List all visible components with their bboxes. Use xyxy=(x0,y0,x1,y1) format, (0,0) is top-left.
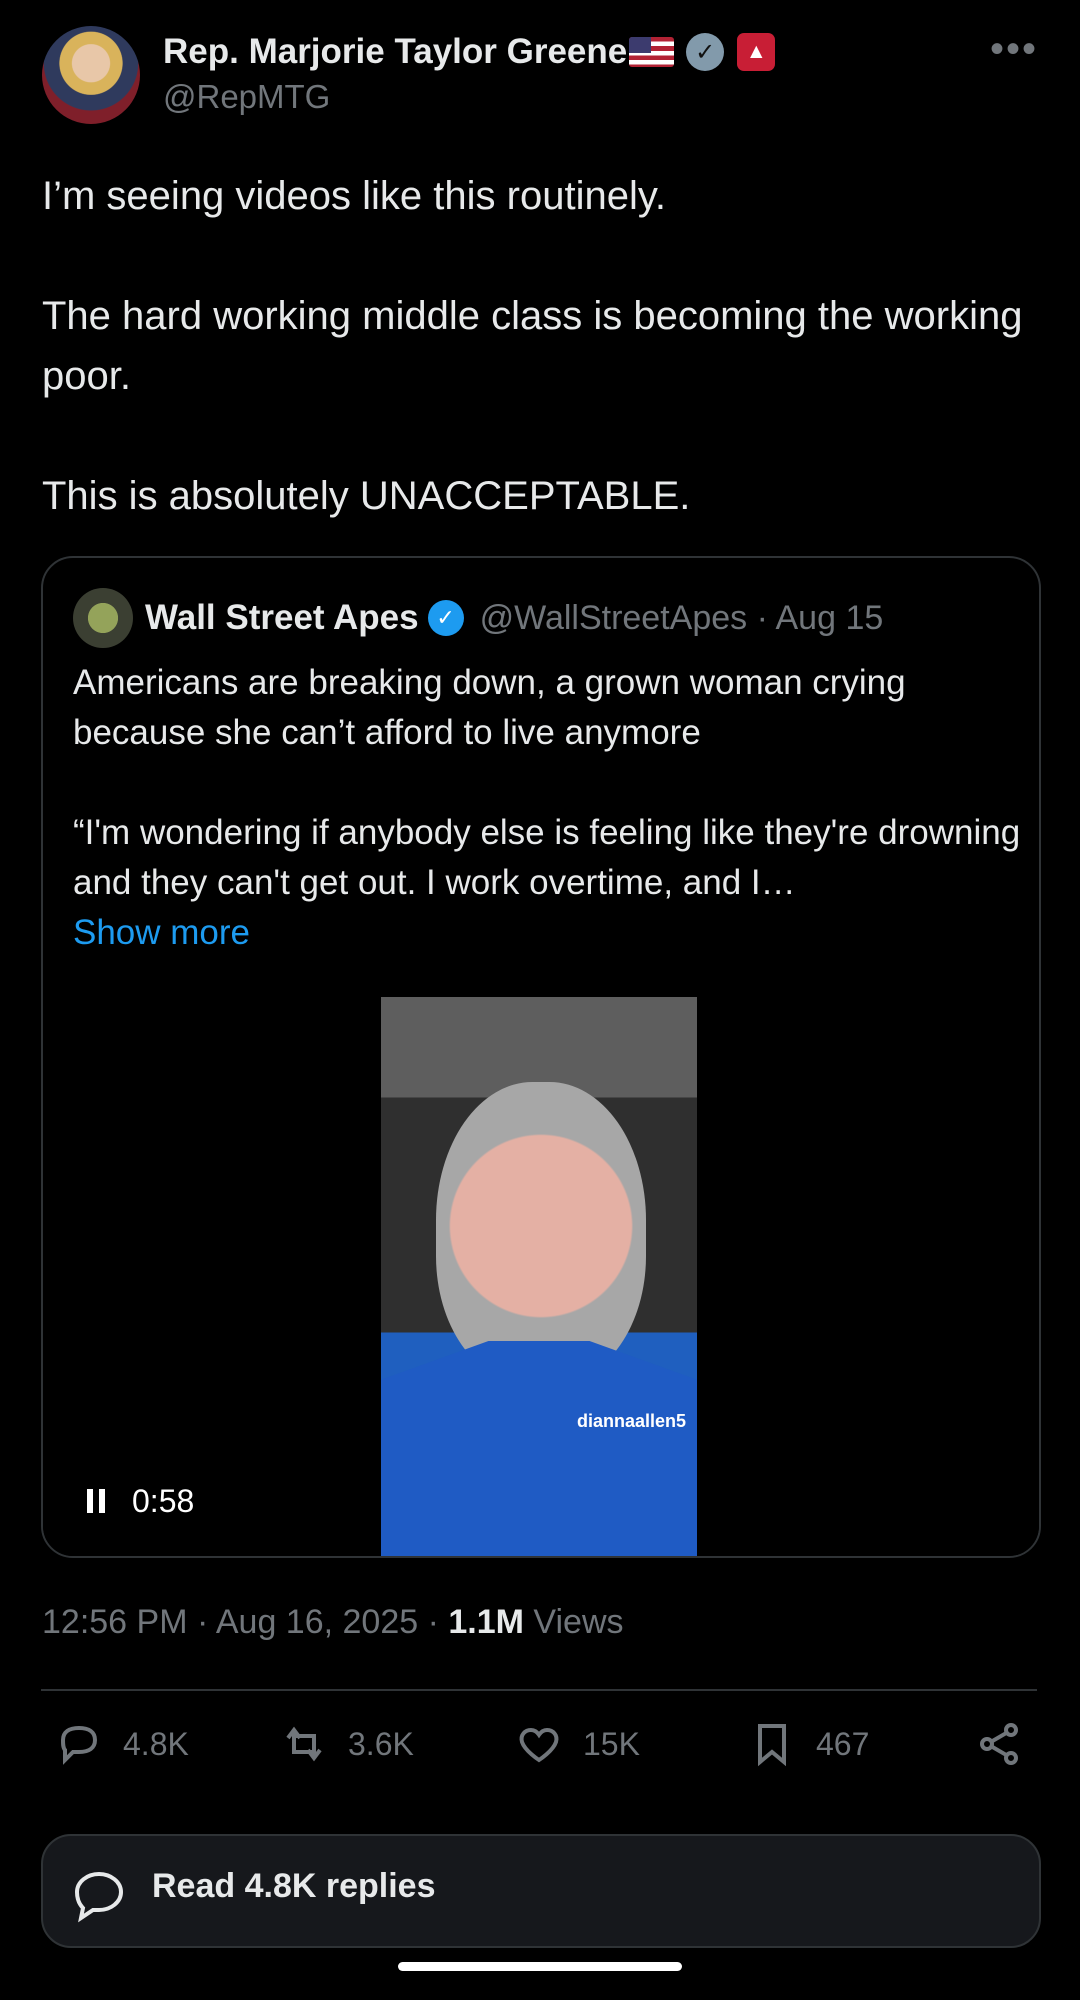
bookmark-icon xyxy=(758,1724,786,1767)
repost-count: 3.6K xyxy=(348,1725,414,1762)
quoted-author-name[interactable]: Wall Street Apes xyxy=(145,598,419,638)
verified-check-icon: ✓ xyxy=(427,600,464,636)
tweet-actions: 4.8K 3.6K 15K 467 xyxy=(0,1720,1080,1790)
government-verification-icon[interactable]: ✓ xyxy=(686,33,725,71)
reply-button[interactable]: 4.8K xyxy=(55,1720,189,1768)
quoted-author-handle-date[interactable]: @WallStreetApes · Aug 15 xyxy=(480,599,884,638)
read-replies-label: Read 4.8K replies xyxy=(152,1867,436,1905)
like-icon xyxy=(519,1727,559,1763)
reply-icon xyxy=(60,1725,98,1765)
quoted-author-avatar[interactable] xyxy=(73,588,133,648)
share-icon xyxy=(980,1723,1018,1765)
quoted-tweet[interactable]: Wall Street Apes ✓ @WallStreetApes · Aug… xyxy=(41,556,1041,1558)
replies-bubble-icon xyxy=(74,1871,124,1923)
video-person-face xyxy=(436,1082,646,1382)
author-handle[interactable]: @RepMTG xyxy=(163,78,330,116)
video-watermark: diannaallen5 xyxy=(577,1411,687,1431)
bookmark-button[interactable]: 467 xyxy=(748,1720,869,1768)
more-options-button[interactable]: ••• xyxy=(990,29,1038,69)
show-more-link[interactable]: Show more xyxy=(73,908,1023,958)
share-button[interactable] xyxy=(975,1720,1023,1768)
author-name-line[interactable]: Rep. Marjorie Taylor Greene ✓ ▲ xyxy=(163,28,776,76)
home-indicator[interactable] xyxy=(398,1962,682,1971)
video-person-shirt xyxy=(381,1341,697,1556)
video-player[interactable]: diannaallen5 0:58 xyxy=(43,997,1039,1556)
reply-count: 4.8K xyxy=(123,1725,189,1762)
tweet-details: 12:56 PM · Aug 16, 2025 · 1.1M Views xyxy=(42,1603,624,1642)
video-frame[interactable]: diannaallen5 xyxy=(381,997,697,1556)
author-display-name[interactable]: Rep. Marjorie Taylor Greene xyxy=(163,32,627,72)
pause-icon[interactable] xyxy=(87,1489,105,1513)
repost-button[interactable]: 3.6K xyxy=(280,1720,414,1768)
tweet-text: I’m seeing videos like this routinely. T… xyxy=(42,166,1042,526)
bookmark-count: 467 xyxy=(816,1725,870,1762)
read-replies-button[interactable]: Read 4.8K replies xyxy=(41,1834,1041,1948)
author-avatar[interactable] xyxy=(42,26,140,124)
tweet-header: Rep. Marjorie Taylor Greene ✓ ▲ @RepMTG … xyxy=(42,26,1038,126)
capitol-icon[interactable]: ▲ xyxy=(737,33,776,71)
tweet-paragraph: I’m seeing videos like this routinely. xyxy=(42,174,666,218)
views-count[interactable]: 1.1M xyxy=(448,1603,524,1641)
quoted-paragraph: Americans are breaking down, a grown wom… xyxy=(73,663,906,752)
quoted-tweet-text: Americans are breaking down, a grown wom… xyxy=(73,658,1023,958)
details-divider xyxy=(41,1689,1037,1691)
like-button[interactable]: 15K xyxy=(515,1720,640,1768)
repost-icon xyxy=(286,1726,322,1762)
quoted-paragraph: “I'm wondering if anybody else is feelin… xyxy=(73,813,1021,902)
like-count: 15K xyxy=(583,1725,640,1762)
tweet-paragraph: The hard working middle class is becomin… xyxy=(42,294,1023,398)
tweet-paragraph: This is absolutely UNACCEPTABLE. xyxy=(42,474,691,518)
us-flag-icon xyxy=(629,37,675,67)
quoted-tweet-header: Wall Street Apes ✓ @WallStreetApes · Aug… xyxy=(73,588,883,648)
video-time: 0:58 xyxy=(132,1483,195,1519)
tweet-time-date[interactable]: 12:56 PM · Aug 16, 2025 · xyxy=(42,1603,448,1641)
views-label[interactable]: Views xyxy=(524,1603,623,1641)
